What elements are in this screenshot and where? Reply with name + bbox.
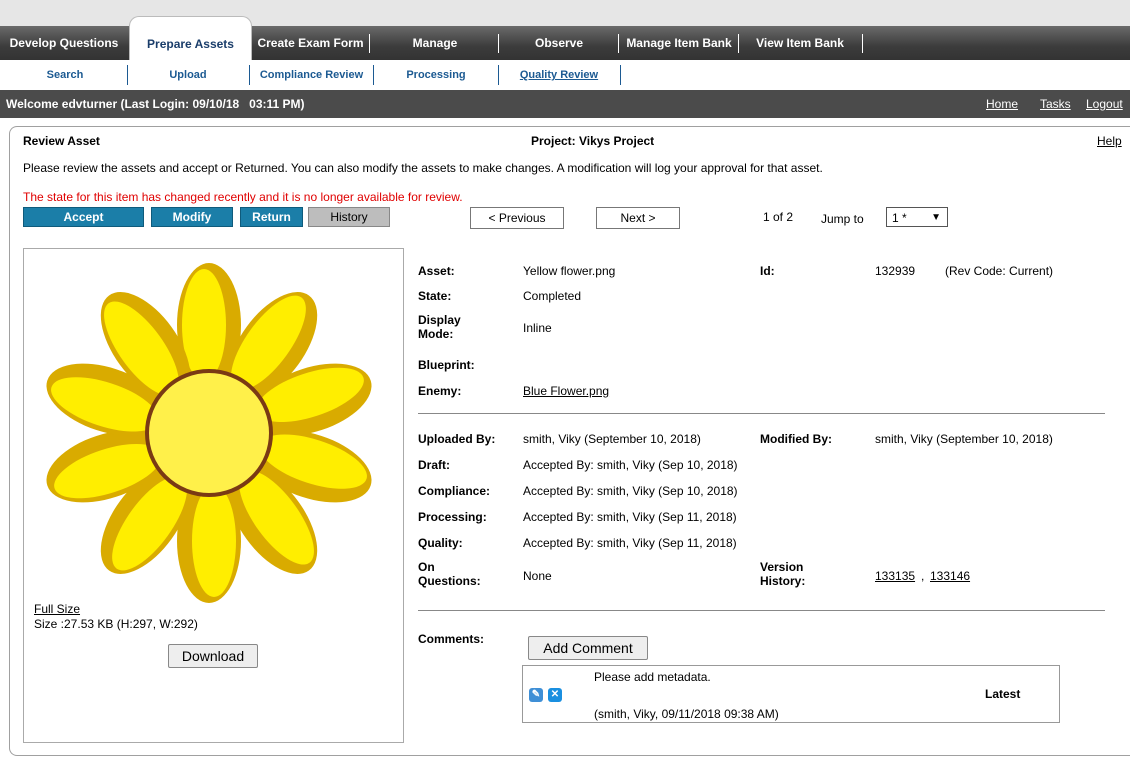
version-history-label-line1: Version [760, 560, 804, 574]
id-value: 132939 [875, 264, 916, 278]
nav-separator [369, 34, 370, 53]
tab-develop-questions[interactable]: Develop Questions [4, 26, 124, 60]
jump-to-value: 1 * [892, 211, 907, 225]
full-size-link[interactable]: Full Size [34, 602, 80, 616]
review-asset-panel: Review Asset Project: Vikys Project Help… [9, 126, 1130, 756]
tab-view-item-bank[interactable]: View Item Bank [740, 26, 860, 60]
subtab-search[interactable]: Search [4, 60, 126, 90]
section-divider [418, 413, 1105, 414]
asset-label: Asset: [418, 264, 455, 278]
comment-latest-tag: Latest [985, 687, 1021, 701]
error-message: The state for this item has changed rece… [23, 190, 463, 204]
sub-nav: Search Upload Compliance Review Processi… [0, 60, 1130, 90]
modified-by-label: Modified By: [760, 432, 832, 446]
subnav-separator [373, 65, 374, 85]
jump-to-select[interactable]: 1 * ▼ [886, 207, 948, 227]
subnav-separator [249, 65, 250, 85]
nav-separator [738, 34, 739, 53]
blueprint-label: Blueprint: [418, 358, 475, 372]
nav-separator [618, 34, 619, 53]
pager-position: 1 of 2 [763, 210, 794, 224]
history-button[interactable]: History [308, 207, 390, 227]
logout-link[interactable]: Logout [1086, 90, 1123, 118]
subtab-quality-review[interactable]: Quality Review [500, 60, 618, 90]
on-questions-value: None [523, 569, 552, 583]
download-button[interactable]: Download [168, 644, 258, 668]
subtab-processing[interactable]: Processing [375, 60, 497, 90]
rev-code: (Rev Code: Current) [945, 264, 1054, 278]
version-link-2[interactable]: 133146 [930, 569, 970, 583]
comment-text: Please add metadata. [594, 670, 711, 684]
display-mode-label-line1: Display [418, 313, 461, 327]
home-link[interactable]: Home [986, 90, 1018, 118]
subnav-separator [620, 65, 621, 85]
draft-label: Draft: [418, 458, 450, 472]
jump-to-label: Jump to [821, 212, 864, 226]
welcome-text: Welcome edvturner (Last Login: 09/10/18 … [6, 97, 305, 111]
comment-meta: (smith, Viky, 09/11/2018 09:38 AM) [594, 707, 779, 721]
quality-value: Accepted By: smith, Viky (Sep 11, 2018) [523, 536, 737, 550]
subtab-compliance-review[interactable]: Compliance Review [251, 60, 372, 90]
accept-button[interactable]: Accept [23, 207, 144, 227]
enemy-link[interactable]: Blue Flower.png [523, 384, 609, 398]
asset-preview-box: Full Size Size :27.53 KB (H:297, W:292) … [23, 248, 404, 743]
modified-by-value: smith, Viky (September 10, 2018) [875, 432, 1053, 446]
help-link[interactable]: Help [1097, 134, 1122, 148]
state-label: State: [418, 289, 452, 303]
tab-observe[interactable]: Observe [500, 26, 618, 60]
previous-button[interactable]: < Previous [470, 207, 564, 229]
enemy-label: Enemy: [418, 384, 462, 398]
section-divider [418, 610, 1105, 611]
version-link-1[interactable]: 133135 [875, 569, 915, 583]
instructions-text: Please review the assets and accept or R… [23, 161, 823, 175]
on-questions-label-line2: Questions: [418, 574, 481, 588]
tab-manage[interactable]: Manage [372, 26, 498, 60]
nav-separator [498, 34, 499, 53]
on-questions-label-line1: On [418, 560, 435, 574]
asset-value: Yellow flower.png [523, 264, 616, 278]
compliance-value: Accepted By: smith, Viky (Sep 10, 2018) [523, 484, 738, 498]
tab-manage-item-bank[interactable]: Manage Item Bank [620, 26, 738, 60]
edit-comment-icon[interactable]: ✎ [529, 688, 543, 702]
main-nav: Develop Questions Prepare Assets Create … [0, 16, 1130, 61]
nav-separator [862, 34, 863, 53]
state-value: Completed [523, 289, 582, 303]
flower-image [46, 263, 372, 603]
display-mode-label-line2: Mode: [418, 327, 454, 341]
tasks-link[interactable]: Tasks [1040, 90, 1071, 118]
comment-item: Please add metadata. ✎ ✕ (smith, Viky, 0… [522, 665, 1060, 723]
return-button[interactable]: Return [240, 207, 303, 227]
dropdown-arrow-icon: ▼ [931, 212, 941, 223]
version-history-label-line2: History: [760, 574, 806, 588]
version-separator: , [921, 569, 925, 583]
project-title: Project: Vikys Project [531, 134, 655, 148]
size-info: Size :27.53 KB (H:297, W:292) [34, 617, 198, 631]
display-mode-value: Inline [523, 321, 552, 335]
subnav-separator [498, 65, 499, 85]
delete-comment-icon[interactable]: ✕ [548, 688, 562, 702]
flower-petal [192, 485, 236, 597]
uploaded-by-label: Uploaded By: [418, 432, 496, 446]
id-label: Id: [760, 264, 775, 278]
panel-title: Review Asset [23, 134, 100, 148]
quality-label: Quality: [418, 536, 463, 550]
tab-prepare-assets[interactable]: Prepare Assets [129, 16, 252, 61]
comments-label: Comments: [418, 632, 485, 646]
welcome-bar: Welcome edvturner (Last Login: 09/10/18 … [0, 90, 1130, 118]
tab-create-exam-form[interactable]: Create Exam Form [254, 26, 367, 60]
uploaded-by-value: smith, Viky (September 10, 2018) [523, 432, 701, 446]
processing-label: Processing: [418, 510, 487, 524]
processing-value: Accepted By: smith, Viky (Sep 11, 2018) [523, 510, 737, 524]
subtab-upload[interactable]: Upload [128, 60, 248, 90]
compliance-label: Compliance: [418, 484, 491, 498]
draft-value: Accepted By: smith, Viky (Sep 10, 2018) [523, 458, 738, 472]
next-button[interactable]: Next > [596, 207, 680, 229]
add-comment-button[interactable]: Add Comment [528, 636, 648, 660]
modify-button[interactable]: Modify [151, 207, 233, 227]
